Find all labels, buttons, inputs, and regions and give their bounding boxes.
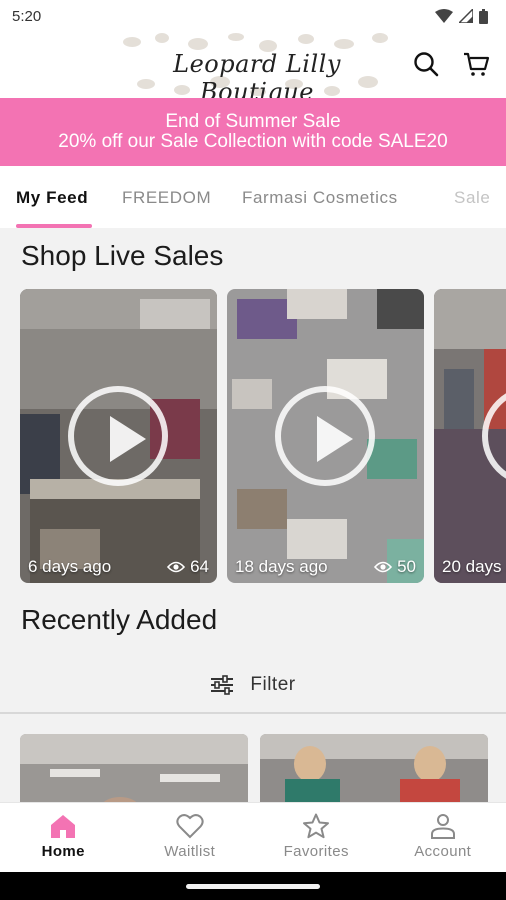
search-button[interactable]	[410, 48, 442, 80]
status-time: 5:20	[12, 7, 42, 25]
video-meta: 20 days ago	[442, 557, 506, 577]
play-icon	[110, 416, 146, 462]
play-icon	[317, 416, 353, 462]
eye-icon	[374, 561, 393, 573]
view-count-value: 50	[397, 557, 416, 576]
filter-label: Filter	[250, 674, 296, 695]
nav-favorites[interactable]: Favorites	[253, 803, 380, 872]
home-gesture-handle[interactable]	[186, 884, 320, 889]
video-age: 20 days ago	[442, 557, 506, 576]
star-icon	[303, 813, 330, 839]
person-icon	[430, 814, 455, 839]
live-sale-video-card[interactable]: 6 days ago 64	[20, 289, 217, 583]
bottom-navigation: Home Waitlist Favorites Account	[0, 802, 506, 872]
section-divider	[0, 712, 506, 714]
product-image	[260, 734, 488, 802]
tab-farmasi-cosmetics[interactable]: Farmasi Cosmetics	[242, 188, 398, 208]
promo-line-1: End of Summer Sale	[165, 111, 341, 132]
eye-icon	[167, 561, 186, 573]
status-icons	[435, 8, 488, 24]
video-age: 18 days ago	[235, 557, 328, 576]
nav-label-favorites: Favorites	[283, 843, 349, 860]
promo-banner[interactable]: End of Summer Sale 20% off our Sale Coll…	[0, 98, 506, 166]
nav-home[interactable]: Home	[0, 803, 127, 872]
signal-icon	[459, 9, 473, 23]
category-tabs: My Feed FREEDOM Farmasi Cosmetics Sale	[0, 166, 506, 228]
heart-icon	[176, 814, 204, 839]
home-icon	[51, 815, 76, 838]
nav-label-waitlist: Waitlist	[164, 843, 216, 860]
filter-button[interactable]: Filter	[0, 660, 506, 710]
boutique-logo[interactable]: Leopard Lilly Boutique	[118, 32, 396, 98]
system-navigation-bar	[0, 872, 506, 900]
feed-content: Shop Live Sales 6 days ago 64 18 days ag…	[0, 228, 506, 802]
cart-icon	[464, 52, 490, 76]
view-count: 50	[374, 557, 416, 577]
filter-icon	[211, 675, 234, 695]
video-age: 6 days ago	[28, 557, 112, 576]
product-image	[20, 734, 248, 802]
app-header: Leopard Lilly Boutique	[0, 32, 506, 98]
wifi-icon	[435, 9, 453, 23]
nav-label-home: Home	[41, 843, 85, 860]
battery-icon	[479, 8, 488, 24]
play-button[interactable]	[68, 386, 168, 486]
status-bar: 5:20	[0, 0, 506, 32]
tab-my-feed[interactable]: My Feed	[16, 188, 88, 208]
nav-waitlist[interactable]: Waitlist	[127, 803, 254, 872]
recently-added-title: Recently Added	[21, 604, 218, 635]
live-sale-video-card[interactable]: 18 days ago 50	[227, 289, 424, 583]
product-card[interactable]	[20, 734, 248, 802]
product-card[interactable]	[260, 734, 488, 802]
logo-text: Leopard Lilly Boutique	[173, 50, 341, 98]
live-sales-title: Shop Live Sales	[21, 240, 224, 271]
cart-button[interactable]	[460, 48, 492, 80]
view-count: 64	[167, 557, 209, 577]
play-button[interactable]	[275, 386, 375, 486]
nav-label-account: Account	[414, 843, 472, 860]
video-meta: 6 days ago 64	[28, 557, 209, 577]
nav-account[interactable]: Account	[380, 803, 506, 872]
view-count-value: 64	[190, 557, 209, 576]
search-icon	[414, 52, 439, 77]
tab-freedom[interactable]: FREEDOM	[122, 188, 211, 208]
promo-line-2: 20% off our Sale Collection with code SA…	[58, 131, 448, 152]
video-meta: 18 days ago 50	[235, 557, 416, 577]
tab-sale[interactable]: Sale	[454, 188, 490, 208]
live-sale-video-card[interactable]: 20 days ago	[434, 289, 506, 583]
